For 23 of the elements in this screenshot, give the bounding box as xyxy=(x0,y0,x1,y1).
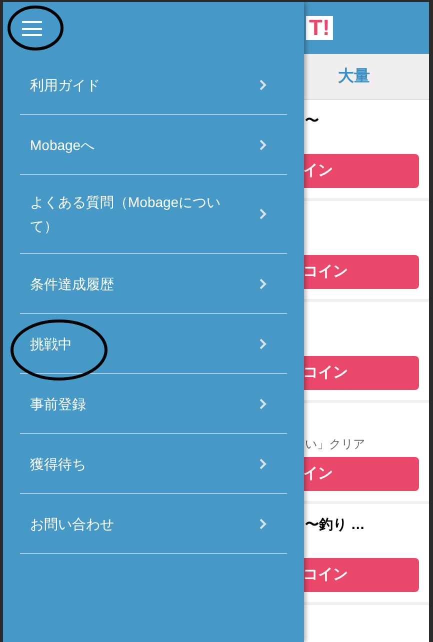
card-title: 〜 xyxy=(305,111,319,130)
menu-item[interactable]: 事前登録 xyxy=(20,374,287,434)
chevron-icon xyxy=(259,78,267,90)
menu-item[interactable]: 利用ガイド xyxy=(20,55,287,115)
chevron-icon xyxy=(259,208,267,220)
chevron-icon xyxy=(259,138,267,150)
annotation-ellipse xyxy=(7,5,64,51)
logo: T! xyxy=(306,16,333,40)
menu-item[interactable]: お問い合わせ xyxy=(20,494,287,554)
menu-item[interactable]: 獲得待ち xyxy=(20,434,287,494)
tab[interactable]: 大量 xyxy=(338,64,370,88)
menu-item[interactable]: よくある質問（Mobageについて） xyxy=(20,175,287,254)
menu-item[interactable]: 条件達成履歴 xyxy=(20,254,287,314)
chevron-icon xyxy=(259,518,267,530)
menu-item[interactable]: Mobageへ xyxy=(20,115,287,175)
menu-item[interactable]: 挑戦中 xyxy=(20,314,287,374)
chevron-icon xyxy=(259,398,267,410)
chevron-icon xyxy=(259,278,267,290)
menu-icon[interactable] xyxy=(22,21,42,36)
card-subtitle: い」クリア xyxy=(304,436,365,453)
card-title: 〜釣り … xyxy=(305,515,365,534)
chevron-icon xyxy=(259,338,267,350)
chevron-icon xyxy=(259,458,267,470)
